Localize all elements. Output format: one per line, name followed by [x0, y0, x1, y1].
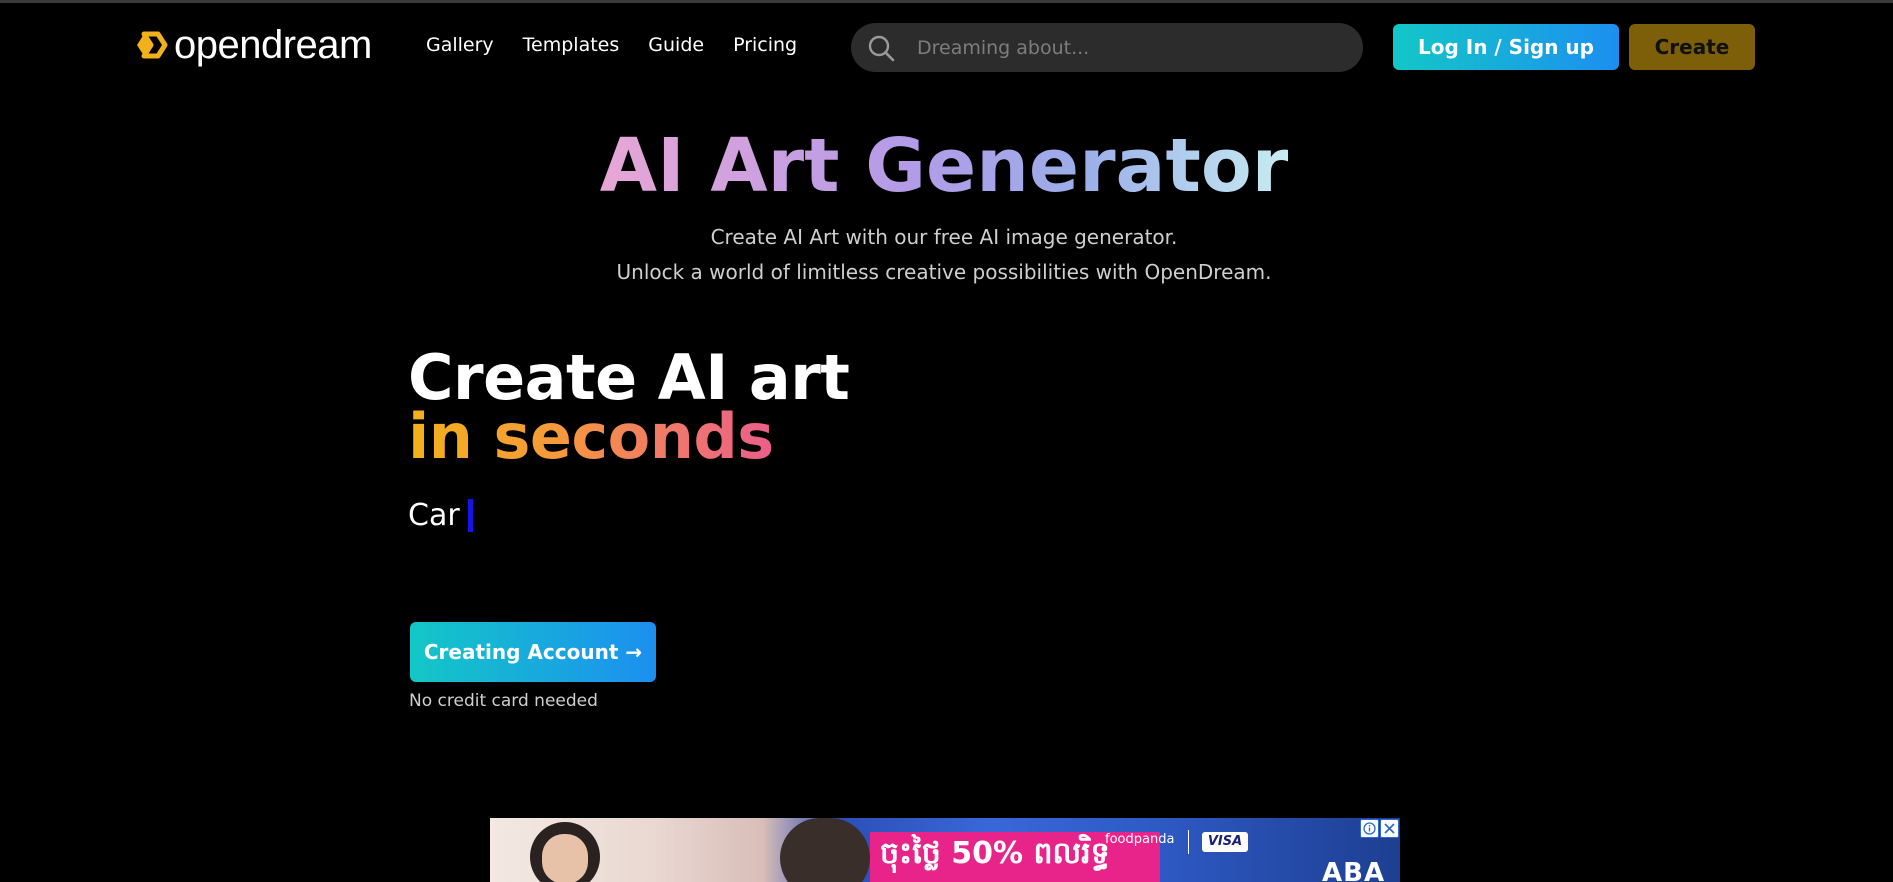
text-caret	[467, 498, 473, 532]
ad-card-logo: VISA	[1202, 832, 1248, 852]
login-signup-button[interactable]: Log In / Sign up	[1393, 24, 1619, 70]
nav-gallery[interactable]: Gallery	[426, 30, 494, 60]
top-border	[0, 0, 1893, 3]
ad-info-icon[interactable]	[1360, 819, 1379, 838]
search-input[interactable]	[917, 36, 1337, 59]
logo-text: opendream	[174, 23, 372, 67]
ad-bank-text: ABA	[1322, 858, 1386, 882]
typing-prompt: Car	[408, 495, 473, 535]
nav-guide[interactable]: Guide	[648, 30, 704, 60]
ad-promo-text: ចុះថ្លៃ 50% ពលរិទ្ធ	[880, 836, 1110, 871]
hero-subtitle-2: Unlock a world of limitless creative pos…	[616, 260, 1272, 284]
ad-person-face	[542, 834, 588, 882]
page-title: AI Art Generator	[599, 123, 1289, 209]
nav-templates[interactable]: Templates	[523, 30, 620, 60]
no-credit-card-note: No credit card needed	[409, 691, 598, 711]
main-nav: Gallery Templates Guide Pricing	[426, 30, 826, 60]
opendream-logo-icon	[137, 31, 168, 59]
ad-partner-text: foodpanda	[1105, 832, 1175, 847]
ad-banner[interactable]: ចុះថ្លៃ 50% ពលរិទ្ធ foodpanda VISA ABA	[490, 818, 1400, 882]
promo-heading-line2: in seconds	[408, 400, 774, 473]
hero-subtitle-1: Create AI Art with our free AI image gen…	[710, 225, 1178, 249]
typed-text: Car	[408, 497, 460, 533]
ad-separator	[1188, 830, 1189, 854]
ad-second-person-image	[780, 818, 870, 882]
logo[interactable]: opendream	[134, 22, 372, 68]
ad-close-icon[interactable]	[1380, 819, 1399, 838]
create-button[interactable]: Create	[1629, 24, 1755, 70]
search-bar[interactable]	[851, 23, 1363, 72]
creating-account-button[interactable]: Creating Account →	[410, 622, 656, 682]
nav-pricing[interactable]: Pricing	[733, 30, 797, 60]
search-icon	[868, 35, 895, 61]
